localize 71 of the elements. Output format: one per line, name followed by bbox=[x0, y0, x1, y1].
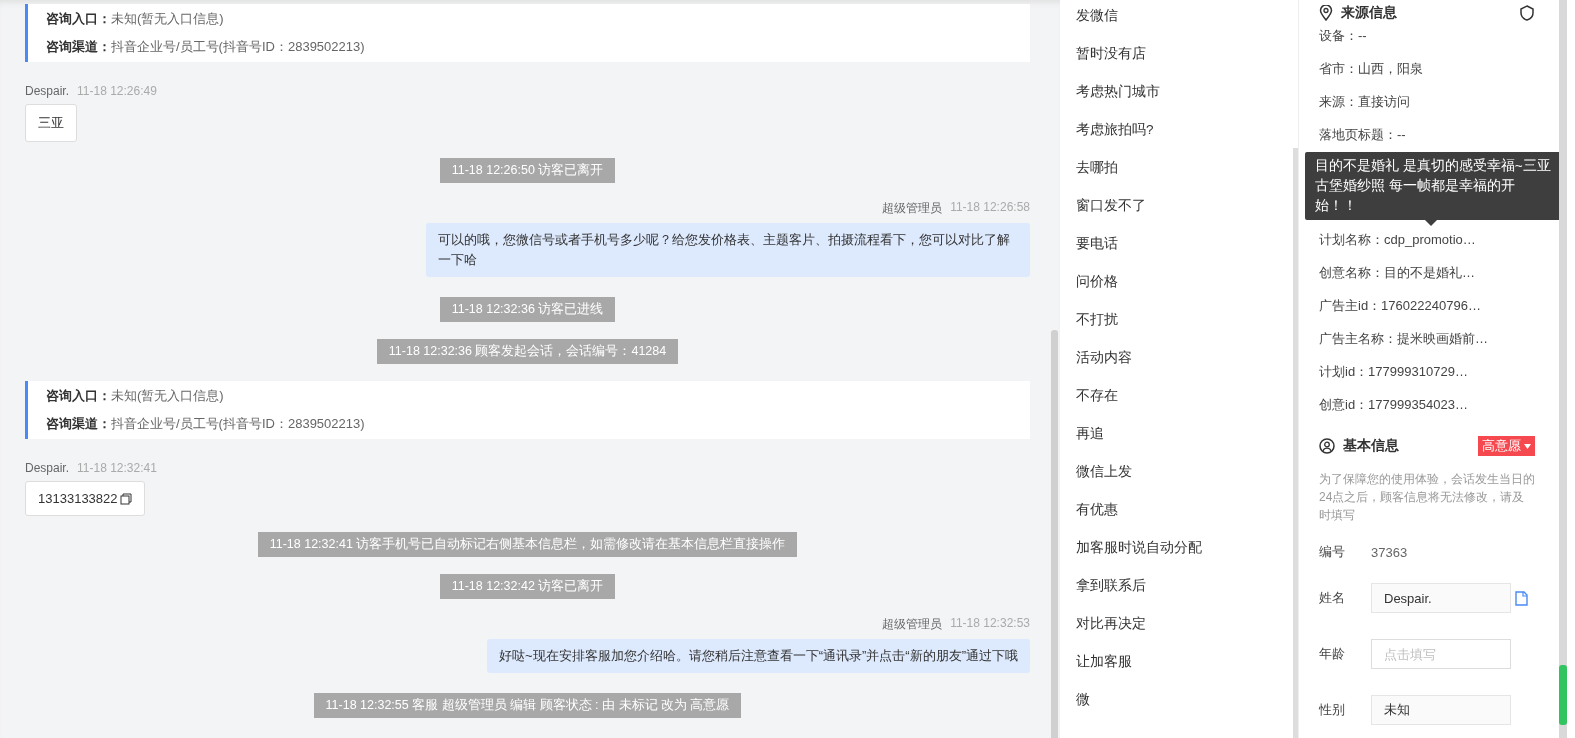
quick-reply-item[interactable]: 考虑旅拍吗? bbox=[1076, 120, 1154, 158]
quick-reply-item[interactable]: 让加客服 bbox=[1076, 652, 1132, 690]
field-label: 编号 bbox=[1319, 543, 1346, 561]
field-value: 37363 bbox=[1371, 544, 1408, 560]
quick-reply-item[interactable]: 问价格 bbox=[1076, 272, 1118, 310]
copy-icon[interactable] bbox=[119, 492, 132, 505]
system-notice: 11-18 12:32:36 访客已进线 bbox=[439, 297, 616, 322]
scrollbar-thumb[interactable] bbox=[1559, 665, 1567, 725]
message-time: 11-18 12:32:53 bbox=[950, 616, 1030, 632]
user-circle-icon bbox=[1319, 438, 1335, 454]
input-field[interactable]: 点击填写 bbox=[1371, 639, 1511, 669]
agent-message: 可以的哦，您微信号或者手机号多少呢？给您发价格表、主题客片、拍摄流程看下，您可以对比了解一下哈 bbox=[426, 223, 1030, 277]
quick-reply-item[interactable]: 不存在 bbox=[1076, 386, 1118, 424]
quick-reply-item[interactable]: 微 bbox=[1076, 690, 1090, 728]
agent-message: 好哒~现在安排客服加您介绍哈。请您稍后注意查看一下“通讯录”并点击“新的朋友”通过下哦 bbox=[487, 639, 1030, 673]
sender-name: 超级管理员 bbox=[882, 616, 943, 633]
quick-reply-item[interactable]: 要电话 bbox=[1076, 234, 1118, 272]
message-time: 11-18 12:26:58 bbox=[950, 200, 1030, 216]
copy-icon[interactable] bbox=[1515, 590, 1528, 606]
quick-reply-item[interactable]: 有优惠 bbox=[1076, 500, 1118, 538]
source-field: 计划id：177999310729… bbox=[1319, 362, 1535, 395]
source-field: 省市：山西，阳泉 bbox=[1319, 59, 1535, 92]
location-pin-icon bbox=[1319, 5, 1333, 21]
system-notice: 11-18 12:32:55 客服 超级管理员 编辑 顾客状态 : 由 未标记 改为 高意愿 bbox=[313, 693, 742, 718]
input-field[interactable]: 未知 bbox=[1371, 695, 1511, 725]
source-field: 来源：直接访问 bbox=[1319, 92, 1535, 125]
system-notice: 11-18 12:32:36 顾客发起会话，会话编号：41284 bbox=[376, 339, 679, 364]
info-line: 咨询入口：未知(暂无入口信息) bbox=[46, 10, 225, 28]
intent-dropdown[interactable]: 高意愿 bbox=[1478, 436, 1535, 456]
field-label: 性别 bbox=[1319, 701, 1346, 719]
source-field: 广告主id：176022240796… bbox=[1319, 296, 1535, 329]
source-field: 创意id：177999354023… bbox=[1319, 395, 1535, 428]
source-field: 计划名称：cdp_promotio… bbox=[1319, 230, 1535, 263]
caret-icon bbox=[1524, 443, 1531, 449]
source-field: 设备：-- bbox=[1319, 26, 1535, 59]
source-field: 广告主名称：提米映画婚前… bbox=[1319, 329, 1535, 362]
section-title: 基本信息 bbox=[1343, 437, 1399, 455]
input-field[interactable]: Despair. bbox=[1371, 583, 1511, 613]
message-time: 11-18 12:32:41 bbox=[77, 461, 157, 475]
visitor-message: 13133133822 bbox=[25, 481, 145, 516]
quick-reply-item[interactable]: 暂时没有店 bbox=[1076, 44, 1146, 82]
source-field: 创意名称：目的不是婚礼… bbox=[1319, 263, 1535, 296]
quick-reply-item[interactable]: 加客服时说自动分配 bbox=[1076, 538, 1202, 576]
field-label: 年龄 bbox=[1319, 645, 1346, 663]
sender-name: Despair. bbox=[25, 461, 70, 475]
scrollbar-thumb[interactable] bbox=[1051, 330, 1058, 738]
shield-icon[interactable] bbox=[1519, 5, 1535, 21]
quick-reply-item[interactable]: 去哪拍 bbox=[1076, 158, 1118, 196]
sender-name: Despair. bbox=[25, 84, 70, 98]
quick-reply-item[interactable]: 不打扰 bbox=[1076, 310, 1118, 348]
info-line: 咨询渠道：抖音企业号/员工号(抖音号ID：2839502213) bbox=[46, 415, 366, 433]
info-line: 咨询渠道：抖音企业号/员工号(抖音号ID：2839502213) bbox=[46, 38, 366, 56]
notice-text: 为了保障您的使用体验，会话发生当日的24点之后，顾客信息将无法修改，请及时填写 bbox=[1319, 471, 1535, 524]
info-line: 咨询入口：未知(暂无入口信息) bbox=[46, 387, 225, 405]
quick-reply-item[interactable]: 窗口发不了 bbox=[1076, 196, 1146, 234]
system-notice: 11-18 12:32:41 访客手机号已自动标记右侧基本信息栏，如需修改请在基本信息栏直接操作 bbox=[257, 532, 798, 557]
quick-reply-item[interactable]: 再追 bbox=[1076, 424, 1104, 462]
sender-name: 超级管理员 bbox=[882, 200, 943, 217]
visitor-message: 三亚 bbox=[25, 104, 77, 142]
quick-reply-item[interactable]: 活动内容 bbox=[1076, 348, 1132, 386]
scrollbar-thumb[interactable] bbox=[1293, 148, 1298, 738]
quick-reply-item[interactable]: 微信上发 bbox=[1076, 462, 1132, 500]
message-time: 11-18 12:26:49 bbox=[77, 84, 157, 98]
system-notice: 11-18 12:32:42 访客已离开 bbox=[439, 574, 616, 599]
system-notice: 11-18 12:26:50 访客已离开 bbox=[439, 158, 616, 183]
quick-reply-item[interactable]: 对比再决定 bbox=[1076, 614, 1146, 652]
quick-reply-item[interactable]: 发微信 bbox=[1076, 6, 1118, 44]
quick-reply-item[interactable]: 考虑热门城市 bbox=[1076, 82, 1160, 120]
quick-reply-item[interactable]: 拿到联系后 bbox=[1076, 576, 1146, 614]
field-label: 姓名 bbox=[1319, 589, 1346, 607]
section-title: 来源信息 bbox=[1341, 4, 1397, 22]
